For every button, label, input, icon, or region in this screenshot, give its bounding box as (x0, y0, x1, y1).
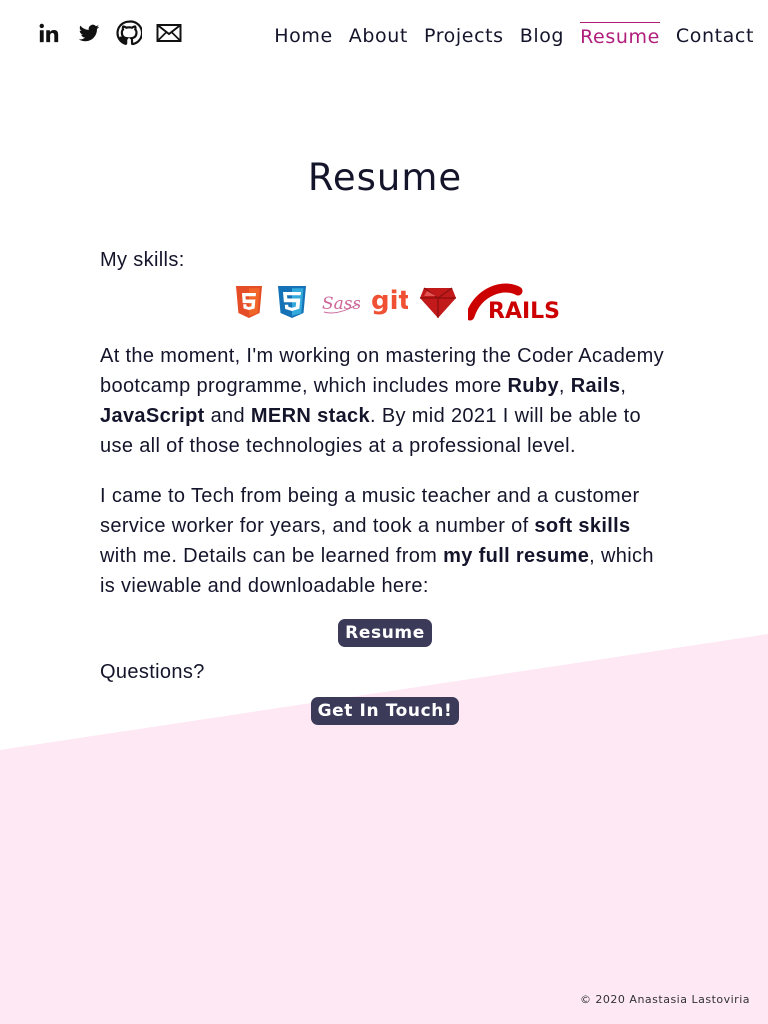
resume-button-wrap: Resume (100, 619, 670, 647)
nav-projects[interactable]: Projects (424, 22, 504, 48)
social-links (36, 18, 182, 48)
main-nav: Home About Projects Blog Resume Contact (274, 22, 754, 48)
ruby-icon (418, 285, 458, 323)
git-icon: git (370, 285, 411, 323)
sass-icon: Sass (320, 287, 362, 321)
svg-text:RAILS: RAILS (488, 299, 560, 321)
rails-icon: RAILS (465, 283, 564, 325)
resume-button[interactable]: Resume (338, 619, 432, 647)
skill-icons: Sass git RAILS (100, 283, 670, 325)
background-paragraph: I came to Tech from being a music teache… (100, 485, 654, 597)
footer-copyright: © 2020 Anastasia Lastoviria (579, 993, 750, 1006)
svg-text:git: git (371, 286, 408, 316)
skills-label: My skills: (100, 249, 185, 271)
linkedin-icon[interactable] (36, 18, 62, 48)
questions-text: Questions? (100, 661, 205, 683)
nav-home[interactable]: Home (274, 22, 333, 48)
github-icon[interactable] (116, 18, 142, 48)
nav-blog[interactable]: Blog (520, 22, 564, 48)
css3-icon (274, 285, 310, 323)
contact-button-wrap: Get In Touch! (100, 697, 670, 725)
mastering-paragraph: At the moment, I'm working on mastering … (100, 345, 665, 457)
mail-icon[interactable] (156, 18, 182, 48)
get-in-touch-button[interactable]: Get In Touch! (310, 697, 460, 725)
nav-resume[interactable]: Resume (580, 22, 660, 48)
html5-icon (234, 285, 264, 323)
svg-text:Sass: Sass (322, 294, 360, 314)
nav-about[interactable]: About (349, 22, 408, 48)
twitter-icon[interactable] (76, 18, 102, 48)
main-content: Resume My skills: Sass git RAILS At the … (100, 150, 670, 725)
page-title: Resume (307, 156, 463, 199)
header: Home About Projects Blog Resume Contact (0, 0, 768, 72)
nav-contact[interactable]: Contact (676, 22, 754, 48)
